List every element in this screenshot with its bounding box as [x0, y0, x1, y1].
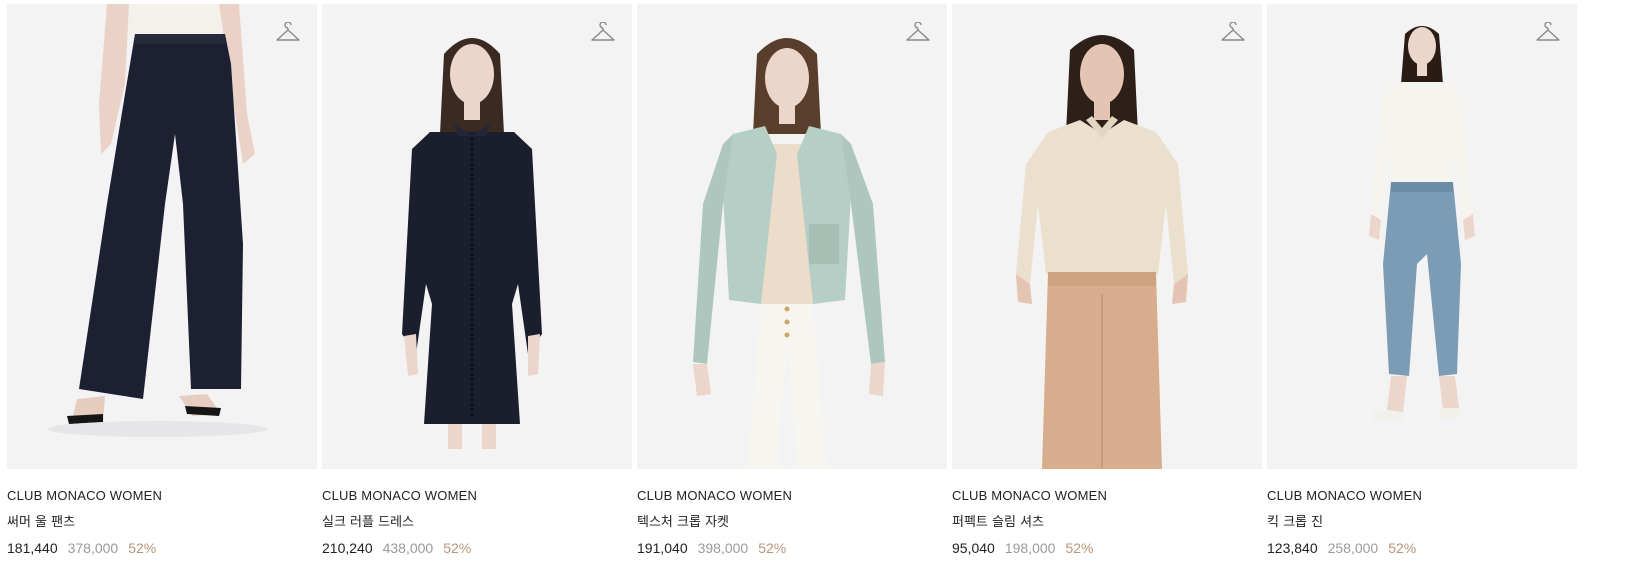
original-price: 398,000	[697, 540, 749, 556]
product-name[interactable]: 써머 울 팬츠	[7, 511, 317, 530]
product-prices: 181,440 378,000 52%	[7, 540, 317, 556]
product-photo-dress	[322, 4, 632, 469]
discount-rate: 52%	[758, 540, 787, 556]
sale-price: 95,040	[952, 540, 995, 556]
product-brand: CLUB MONACO WOMEN	[322, 488, 478, 503]
hanger-icon[interactable]	[590, 22, 616, 44]
original-price: 378,000	[67, 540, 119, 556]
hanger-icon[interactable]	[275, 22, 301, 44]
product-photo-pants	[7, 4, 317, 469]
product-image[interactable]	[7, 4, 317, 469]
product-name[interactable]: 실크 러플 드레스	[322, 511, 632, 530]
product-card[interactable]: CLUB MONACO WOMEN 퍼펙트 슬림 셔츠 95,040 198,0…	[952, 4, 1262, 556]
hanger-icon[interactable]	[1220, 22, 1246, 44]
product-brand: CLUB MONACO WOMEN	[952, 488, 1108, 503]
discount-rate: 52%	[1065, 540, 1094, 556]
product-prices: 95,040 198,000 52%	[952, 540, 1262, 556]
product-prices: 210,240 438,000 52%	[322, 540, 632, 556]
original-price: 438,000	[382, 540, 434, 556]
product-prices: 123,840 258,000 52%	[1267, 540, 1577, 556]
product-photo-jeans	[1267, 4, 1577, 469]
product-image[interactable]	[637, 4, 947, 469]
product-card[interactable]: CLUB MONACO WOMEN 텍스처 크롭 자켓 191,040 398,…	[637, 4, 947, 556]
discount-rate: 52%	[1388, 540, 1417, 556]
product-brand: CLUB MONACO WOMEN	[637, 488, 793, 503]
product-name[interactable]: 퍼펙트 슬림 셔츠	[952, 511, 1262, 530]
discount-rate: 52%	[443, 540, 472, 556]
product-card[interactable]: CLUB MONACO WOMEN 실크 러플 드레스 210,240 438,…	[322, 4, 632, 556]
sale-price: 191,040	[637, 540, 688, 556]
product-image[interactable]	[322, 4, 632, 469]
original-price: 198,000	[1004, 540, 1056, 556]
product-name[interactable]: 킥 크롭 진	[1267, 511, 1577, 530]
sale-price: 181,440	[7, 540, 58, 556]
product-grid: CLUB MONACO WOMEN 써머 울 팬츠 181,440 378,00…	[0, 0, 1649, 563]
original-price: 258,000	[1327, 540, 1379, 556]
product-photo-shirt	[952, 4, 1262, 469]
product-card[interactable]: CLUB MONACO WOMEN 써머 울 팬츠 181,440 378,00…	[7, 4, 317, 556]
product-name[interactable]: 텍스처 크롭 자켓	[637, 511, 947, 530]
product-brand: CLUB MONACO WOMEN	[7, 488, 163, 503]
hanger-icon[interactable]	[905, 22, 931, 44]
product-prices: 191,040 398,000 52%	[637, 540, 947, 556]
product-photo-jacket	[637, 4, 947, 469]
product-image[interactable]	[952, 4, 1262, 469]
discount-rate: 52%	[128, 540, 157, 556]
product-brand: CLUB MONACO WOMEN	[1267, 488, 1423, 503]
sale-price: 210,240	[322, 540, 373, 556]
sale-price: 123,840	[1267, 540, 1318, 556]
hanger-icon[interactable]	[1535, 22, 1561, 44]
product-card[interactable]: CLUB MONACO WOMEN 킥 크롭 진 123,840 258,000…	[1267, 4, 1577, 556]
product-image[interactable]	[1267, 4, 1577, 469]
